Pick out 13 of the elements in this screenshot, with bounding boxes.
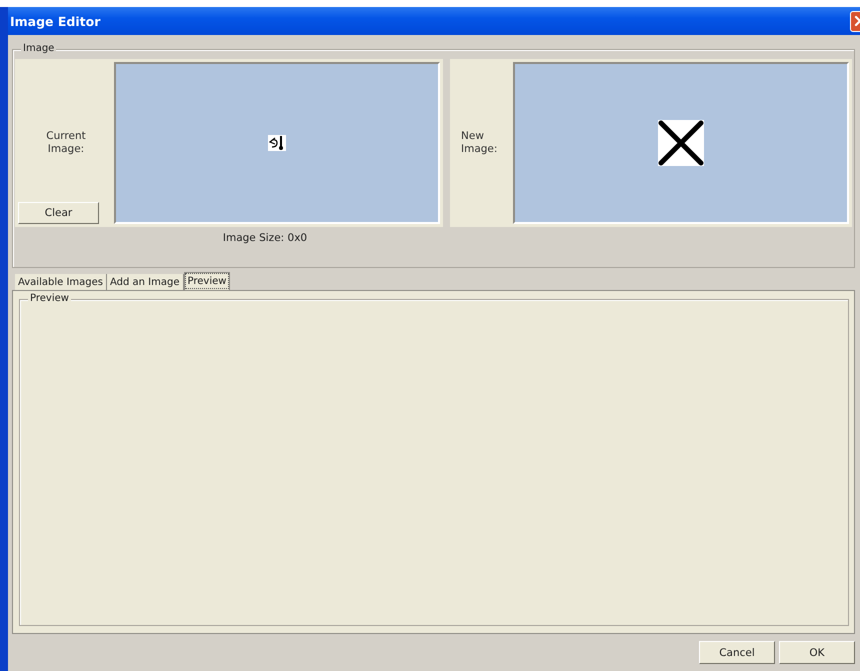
current-image-label: Current Image:	[45, 130, 87, 156]
dialog-button[interactable]: Cancel	[699, 641, 775, 664]
window-title: Image Editor	[10, 14, 100, 28]
tab[interactable]: Available Images	[15, 274, 107, 290]
group-title: Image	[21, 43, 56, 55]
tab[interactable]: Preview	[184, 272, 230, 290]
image-size-label: Image Size: 0x0	[222, 231, 308, 246]
new-image-label: New Image:	[461, 130, 498, 156]
dialog-button[interactable]: OK	[779, 641, 855, 664]
thermometer-icon	[268, 135, 286, 151]
clear-button[interactable]: Clear	[18, 202, 99, 224]
tab[interactable]: Add an Image	[106, 274, 184, 290]
cross-icon	[658, 120, 704, 166]
